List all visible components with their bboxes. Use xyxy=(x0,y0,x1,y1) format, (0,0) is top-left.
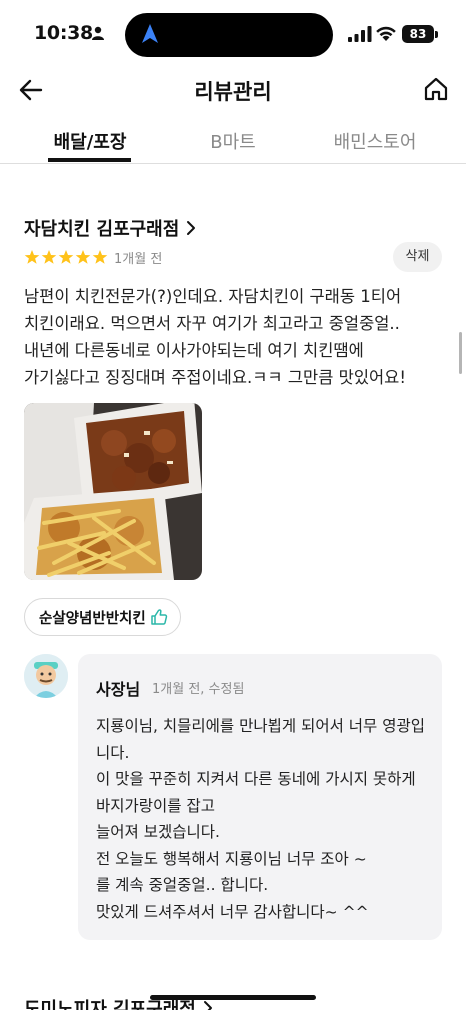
wifi-icon xyxy=(376,26,396,41)
owner-name: 사장님 xyxy=(96,680,141,699)
page-title: 리뷰관리 xyxy=(194,80,272,104)
person-icon xyxy=(92,26,104,40)
tab-bmart[interactable]: B마트 xyxy=(190,128,276,154)
menu-tag-label: 순살양념반반치킨 xyxy=(39,610,146,627)
chevron-right-icon xyxy=(203,1001,212,1010)
menu-tag-chip[interactable]: 순살양념반반치킨 xyxy=(24,598,181,636)
reply-text: 지룡이님, 치믈리에를 만나뵙게 되어서 너무 영광입니다. 이 맛을 꾸준히 … xyxy=(96,717,426,921)
reply-date: 1개월 전, 수정됨 xyxy=(152,682,245,697)
active-tab-indicator xyxy=(48,158,131,162)
tab-delivery[interactable]: 배달/포장 xyxy=(43,128,137,154)
review-text: 남편이 치킨전문가(?)인데요. 자담치킨이 구래동 1티어 치킨이래요. 먹으… xyxy=(24,287,406,387)
navigation-arrow-icon xyxy=(142,24,158,43)
dynamic-island xyxy=(125,13,333,57)
status-bar: 10:38 83 xyxy=(0,0,466,66)
battery-tip xyxy=(435,31,438,38)
tab-baemin-store[interactable]: 배민스토어 xyxy=(320,128,430,154)
star-icon xyxy=(58,250,74,264)
review-photo[interactable] xyxy=(24,403,202,580)
owner-reply-box: 사장님 1개월 전, 수정됨 지룡이님, 치믈리에를 만나뵙게 되어서 너무 영… xyxy=(78,654,442,940)
status-time: 10:38 xyxy=(34,22,93,44)
signal-icon xyxy=(348,26,372,42)
review-date: 1개월 전 xyxy=(114,252,163,267)
star-icon xyxy=(24,250,40,264)
scrollbar-thumb[interactable] xyxy=(459,332,462,374)
star-rating xyxy=(24,249,108,265)
home-indicator[interactable] xyxy=(150,995,316,1000)
owner-avatar xyxy=(24,654,68,698)
chevron-right-icon xyxy=(187,221,196,235)
food-photo-image xyxy=(24,403,202,580)
star-icon xyxy=(41,250,57,264)
owner-character-icon xyxy=(24,654,68,698)
home-icon[interactable] xyxy=(423,76,449,102)
star-icon xyxy=(75,250,91,264)
delete-button[interactable]: 삭제 xyxy=(393,242,442,272)
battery-indicator: 83 xyxy=(402,25,434,43)
header: 리뷰관리 xyxy=(0,66,466,116)
tab-bar: 배달/포장 B마트 배민스토어 xyxy=(0,116,466,164)
thumbs-up-icon xyxy=(150,609,167,625)
store-name-link[interactable]: 자담치킨 김포구래점 xyxy=(24,215,197,241)
store-name: 자담치킨 김포구래점 xyxy=(24,219,180,240)
star-icon xyxy=(92,250,108,264)
